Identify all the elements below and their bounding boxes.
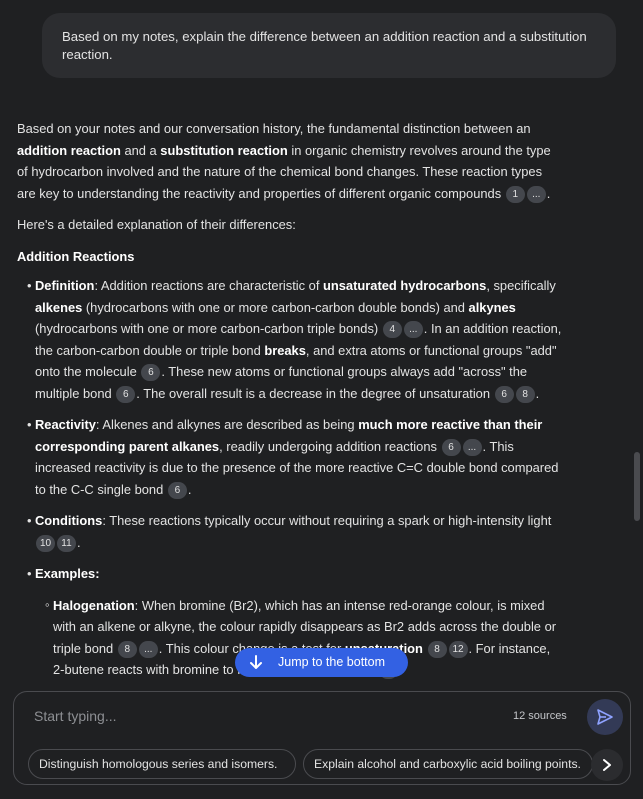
- examples-bullet: Examples:: [17, 563, 562, 585]
- text: Based on your notes and our conversation…: [17, 121, 531, 136]
- send-button[interactable]: [587, 699, 623, 735]
- text: , specifically: [486, 278, 556, 293]
- text: [423, 641, 427, 656]
- section-heading: Addition Reactions: [17, 248, 135, 264]
- text: . The overall result is a decrease in th…: [136, 385, 494, 401]
- conditions-bullet: Conditions: These reactions typically oc…: [17, 510, 562, 553]
- scrollbar-thumb[interactable]: [634, 452, 640, 521]
- citation-more-chip[interactable]: ...: [462, 438, 482, 456]
- suggestion-chip[interactable]: Explain alcohol and carboxylic acid boil…: [303, 749, 593, 779]
- text: .: [546, 185, 551, 201]
- text: , readily undergoing addition reactions: [219, 438, 441, 454]
- text: : Addition reactions are characteristic …: [94, 278, 324, 293]
- citation-chip[interactable]: 11: [57, 534, 76, 552]
- citation-chip[interactable]: 8: [117, 640, 137, 658]
- citation-more-chip[interactable]: ...: [403, 321, 423, 338]
- citation-chip[interactable]: 4: [382, 321, 402, 338]
- bold-text: alkenes: [35, 299, 83, 315]
- definition-bullet: Definition: Addition reactions are chara…: [17, 275, 562, 404]
- user-message-bubble: Based on my notes, explain the differenc…: [42, 13, 616, 78]
- text: .: [187, 481, 192, 497]
- explanation-lead: Here's a detailed explanation of their d…: [17, 217, 296, 232]
- sources-count[interactable]: 12 sources: [513, 710, 567, 722]
- citation-chip[interactable]: 8: [427, 640, 447, 658]
- bold-text: addition reaction: [17, 142, 121, 158]
- text: (hydrocarbons with one or more carbon-ca…: [82, 299, 469, 315]
- citation-more-chip[interactable]: ...: [526, 185, 546, 203]
- intro-paragraph: Based on your notes and our conversation…: [17, 118, 562, 204]
- citation-chip[interactable]: 1: [505, 185, 525, 203]
- composer: Start typing... 12 sources Distinguish h…: [13, 691, 631, 785]
- bold-text: alkynes: [468, 299, 516, 315]
- jump-to-bottom-button[interactable]: Jump to the bottom: [235, 648, 408, 677]
- message-input[interactable]: Start typing...: [34, 708, 116, 724]
- reactivity-bullet: Reactivity: Alkenes and alkynes are desc…: [17, 414, 562, 500]
- bold-text: breaks: [264, 342, 306, 358]
- send-icon: [597, 709, 613, 725]
- text: : These reactions typically occur withou…: [102, 513, 552, 528]
- citation-chip[interactable]: 8: [515, 385, 535, 403]
- response-content: Based on your notes and our conversation…: [17, 118, 562, 681]
- bullet-label: Halogenation: [53, 597, 135, 613]
- bold-text: substitution reaction: [160, 142, 288, 158]
- text: (hydrocarbons with one or more carbon-ca…: [35, 321, 382, 336]
- jump-label: Jump to the bottom: [278, 655, 386, 669]
- more-suggestions-button[interactable]: [591, 749, 623, 781]
- bullet-label: Examples:: [35, 566, 100, 581]
- bullet-label: Reactivity: [35, 417, 96, 432]
- bullet-label: Definition: [35, 278, 95, 293]
- citation-chip[interactable]: 10: [36, 534, 55, 552]
- citation-chip[interactable]: 6: [167, 481, 187, 499]
- citation-chip[interactable]: 6: [141, 364, 161, 381]
- citation-chip[interactable]: 6: [116, 385, 136, 403]
- citation-more-chip[interactable]: ...: [138, 640, 158, 658]
- text: .: [535, 385, 540, 401]
- arrow-down-icon: [250, 655, 262, 669]
- bold-text: unsaturated hydrocarbons: [323, 278, 487, 293]
- citation-chip[interactable]: 12: [448, 640, 468, 658]
- citation-chip[interactable]: 6: [441, 438, 461, 456]
- suggestion-chip[interactable]: Distinguish homologous series and isomer…: [28, 749, 296, 779]
- text: and a: [120, 142, 161, 158]
- chevron-right-icon: [603, 759, 611, 771]
- citation-chip[interactable]: 6: [494, 385, 514, 403]
- user-message-text: Based on my notes, explain the differenc…: [62, 29, 587, 62]
- bullet-label: Conditions: [35, 513, 103, 528]
- text: .: [77, 534, 81, 550]
- text: : Alkenes and alkynes are described as b…: [95, 417, 359, 432]
